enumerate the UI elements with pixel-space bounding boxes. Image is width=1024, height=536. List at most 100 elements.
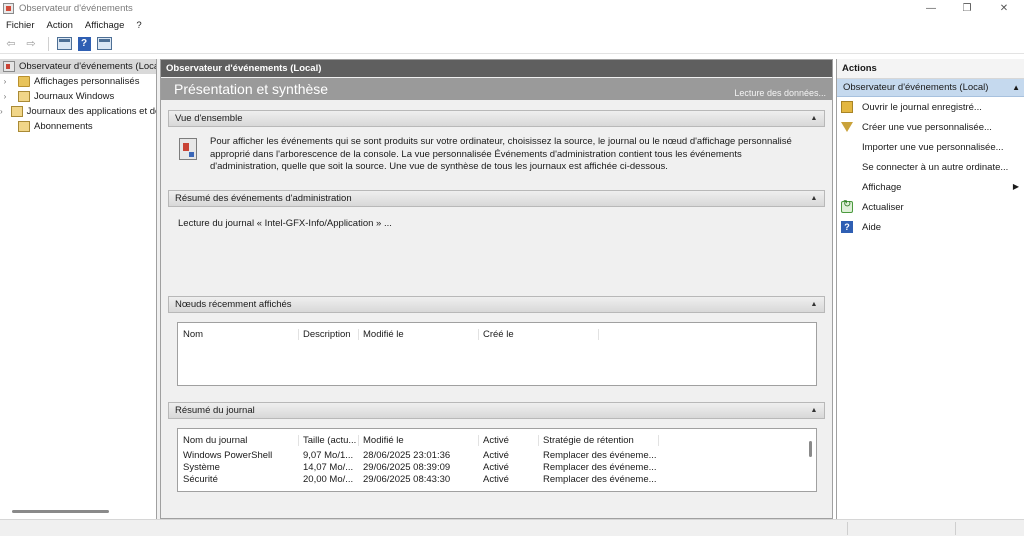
close-button[interactable]: ✕ <box>986 0 1022 16</box>
log-summary-table[interactable]: Nom du journal Taille (actu... Modifié l… <box>177 428 817 492</box>
tree-item-label: Abonnements <box>34 121 93 132</box>
table-header: Nom du journal Taille (actu... Modifié l… <box>178 433 816 448</box>
recent-nodes-table[interactable]: Nom Description Modifié le Créé le <box>177 322 817 386</box>
table-row[interactable]: Sécurité 20,00 Mo/... 29/06/2025 08:43:3… <box>178 472 816 487</box>
show-hide-tree-button[interactable] <box>55 36 73 52</box>
actions-group-label: Observateur d'événements (Local) <box>843 82 989 93</box>
section-title: Nœuds récemment affichés <box>175 299 292 310</box>
status-divider <box>955 522 956 535</box>
blank-icon <box>841 141 853 153</box>
log-modified-cell: 29/06/2025 08:43:30 <box>363 474 451 485</box>
column-header[interactable]: Nom du journal <box>183 435 299 446</box>
tree-item-event-viewer-local[interactable]: Observateur d'événements (Local) <box>0 59 156 74</box>
custom-views-folder-icon <box>18 76 30 87</box>
vertical-scrollbar[interactable] <box>809 441 812 457</box>
loading-status: Lecture des données... <box>734 88 826 98</box>
tree-item-windows-logs[interactable]: › Journaux Windows <box>0 89 156 104</box>
menu-affichage[interactable]: Affichage <box>79 20 130 31</box>
refresh-icon <box>841 199 853 213</box>
action-label: Ouvrir le journal enregistré... <box>862 101 982 113</box>
filter-icon <box>841 122 853 132</box>
center-pane: Observateur d'événements (Local) Présent… <box>160 59 833 519</box>
log-summary-section-header[interactable]: Résumé du journal ▲ <box>168 402 825 419</box>
admin-events-status: Lecture du journal « Intel-GFX-Info/Appl… <box>178 218 392 229</box>
tree-item-label: Affichages personnalisés <box>34 76 140 87</box>
actions-group-header[interactable]: Observateur d'événements (Local) ▲ <box>837 79 1024 97</box>
log-enabled-cell: Activé <box>483 474 509 485</box>
blank-icon <box>841 181 853 193</box>
windows-logs-icon <box>18 91 30 102</box>
help-button[interactable]: ? <box>75 36 93 52</box>
title-bar: Observateur d'événements — ❐ ✕ <box>0 0 1024 16</box>
menu-action[interactable]: Action <box>41 20 79 31</box>
collapse-arrow-icon[interactable]: ▲ <box>808 192 820 204</box>
action-label: Actualiser <box>862 201 904 213</box>
minimize-button[interactable]: — <box>913 0 949 16</box>
column-header[interactable]: Activé <box>483 435 539 446</box>
action-create-custom-view[interactable]: Créer une vue personnalisée... <box>837 117 1024 137</box>
log-name-cell: Sécurité <box>183 474 218 485</box>
tree-item-subscriptions[interactable]: Abonnements <box>0 119 156 134</box>
recent-nodes-section-header[interactable]: Nœuds récemment affichés ▲ <box>168 296 825 313</box>
blank-icon <box>841 161 853 173</box>
event-viewer-app-icon <box>3 2 14 14</box>
console-tree: Observateur d'événements (Local) › Affic… <box>0 59 157 519</box>
section-title: Vue d'ensemble <box>175 113 243 124</box>
tree-item-app-service-logs[interactable]: › Journaux des applications et de servic… <box>0 104 156 119</box>
column-header[interactable]: Stratégie de rétention <box>543 435 659 446</box>
tree-item-label: Journaux des applications et de services <box>26 106 156 117</box>
menu-help[interactable]: ? <box>130 20 147 31</box>
app-logs-icon <box>10 106 23 117</box>
column-header[interactable]: Créé le <box>483 329 599 340</box>
tree-item-custom-views[interactable]: › Affichages personnalisés <box>0 74 156 89</box>
section-title: Résumé des événements d'administration <box>175 193 352 204</box>
forward-arrow-icon[interactable]: ⇨ <box>22 36 40 52</box>
admin-events-section-header[interactable]: Résumé des événements d'administration ▲ <box>168 190 825 207</box>
action-help[interactable]: ? Aide <box>837 217 1024 237</box>
tree-item-label: Observateur d'événements (Local) <box>19 61 157 72</box>
window-title: Observateur d'événements <box>19 2 133 14</box>
actions-title: Actions <box>837 59 1024 79</box>
expand-chevron-icon[interactable]: › <box>0 107 3 116</box>
table-header: Nom Description Modifié le Créé le <box>178 323 816 340</box>
column-header[interactable]: Description <box>303 329 359 340</box>
action-label: Importer une vue personnalisée... <box>862 141 1004 153</box>
overview-section-header[interactable]: Vue d'ensemble ▲ <box>168 110 825 127</box>
maximize-button[interactable]: ❐ <box>949 0 985 16</box>
action-open-saved-log[interactable]: Ouvrir le journal enregistré... <box>837 97 1024 117</box>
collapse-arrow-icon[interactable]: ▲ <box>1012 83 1020 92</box>
open-folder-icon <box>841 101 853 113</box>
collapse-arrow-icon[interactable]: ▲ <box>808 112 820 124</box>
status-bar <box>0 519 1024 536</box>
back-arrow-icon[interactable]: ⇦ <box>2 36 20 52</box>
column-header[interactable]: Modifié le <box>363 435 479 446</box>
column-header[interactable]: Modifié le <box>363 329 479 340</box>
admin-events-section-body: Lecture du journal « Intel-GFX-Info/Appl… <box>168 208 825 288</box>
show-hide-action-pane-button[interactable] <box>95 36 113 52</box>
action-label: Affichage <box>862 181 902 193</box>
action-connect-computer[interactable]: Se connecter à un autre ordinate... <box>837 157 1024 177</box>
menu-fichier[interactable]: Fichier <box>0 20 41 31</box>
actions-pane: Actions Observateur d'événements (Local)… <box>836 59 1024 519</box>
summary-banner: Présentation et synthèse Lecture des don… <box>161 78 832 100</box>
log-retention-cell: Remplacer des événeme... <box>543 474 657 485</box>
action-import-custom-view[interactable]: Importer une vue personnalisée... <box>837 137 1024 157</box>
expand-chevron-icon[interactable]: › <box>0 77 10 86</box>
expand-chevron-icon[interactable]: › <box>0 92 10 101</box>
column-header[interactable]: Nom <box>183 329 299 340</box>
help-icon: ? <box>77 36 91 51</box>
console-tree-icon <box>56 37 72 50</box>
column-header[interactable]: Taille (actu... <box>303 435 359 446</box>
event-log-icon <box>179 138 197 160</box>
help-icon: ? <box>841 221 853 233</box>
action-view-submenu[interactable]: Affichage ▶ <box>837 177 1024 197</box>
overview-text: Pour afficher les événements qui se sont… <box>210 136 792 172</box>
horizontal-scrollbar[interactable] <box>12 510 109 513</box>
collapse-arrow-icon[interactable]: ▲ <box>808 404 820 416</box>
overview-section-body: Pour afficher les événements qui se sont… <box>168 128 825 182</box>
action-refresh[interactable]: Actualiser <box>837 197 1024 217</box>
collapse-arrow-icon[interactable]: ▲ <box>808 298 820 310</box>
submenu-arrow-icon: ▶ <box>1012 182 1019 191</box>
center-pane-header: Observateur d'événements (Local) <box>161 60 832 77</box>
section-title: Résumé du journal <box>175 405 255 416</box>
